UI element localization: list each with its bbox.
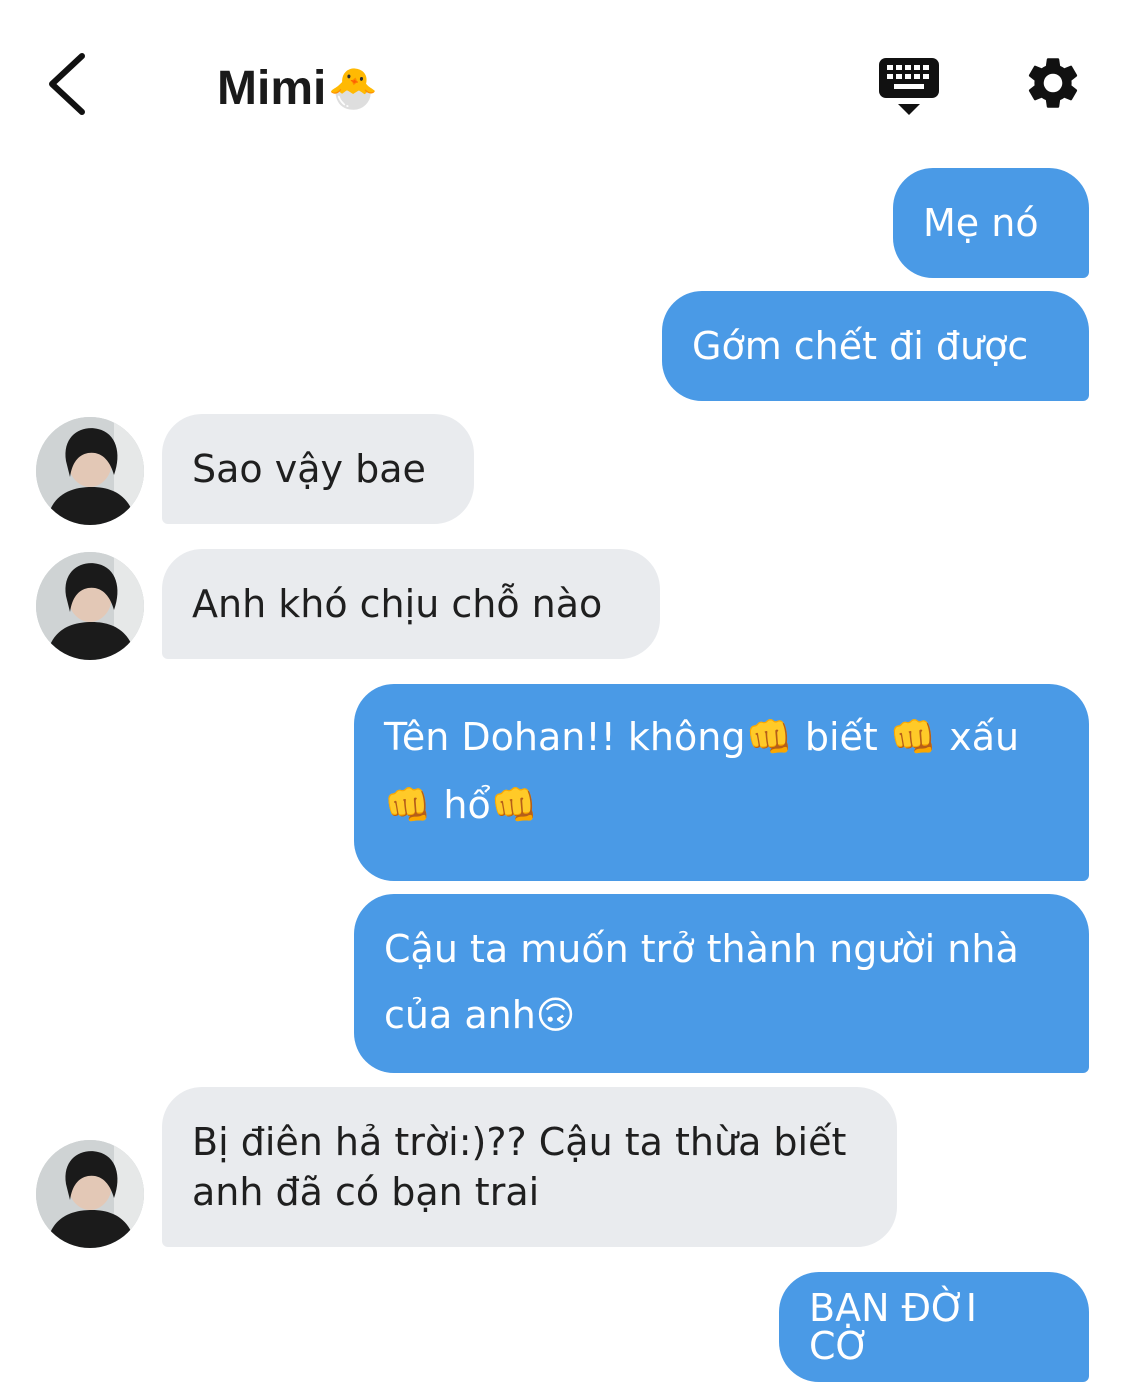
message-bubble-outgoing[interactable]: Mẹ nó: [893, 168, 1089, 278]
message-text-line-1: Cậu ta muốn trở thành người nhà: [384, 927, 1019, 971]
back-button[interactable]: [38, 50, 98, 120]
contact-name: Mimi: [217, 61, 327, 115]
avatar[interactable]: [36, 417, 144, 525]
message-text: Mẹ nó: [923, 201, 1039, 245]
message-text-line-1: Tên Dohan!! không👊 biết 👊 xấu: [384, 715, 1020, 759]
message-text-line-2: của anh🙃: [384, 993, 576, 1037]
message-bubble-outgoing[interactable]: Cậu ta muốn trở thành người nhà của anh🙃: [354, 894, 1089, 1073]
contact-photo: [36, 1140, 144, 1248]
avatar[interactable]: [36, 552, 144, 660]
hatching-chick-emoji: 🐣: [328, 66, 379, 111]
contact-photo: [36, 417, 144, 525]
message-text: Sao vậy bae: [192, 447, 426, 491]
message-text: BẠN ĐỜI CƠ: [809, 1286, 977, 1368]
avatar[interactable]: [36, 1140, 144, 1248]
message-bubble-incoming[interactable]: Sao vậy bae: [162, 414, 474, 524]
gear-icon: [1028, 58, 1078, 108]
message-text-line-1: Bị điên hả trời:)?? Cậu ta thừa biết: [192, 1120, 847, 1164]
message-bubble-outgoing[interactable]: BẠN ĐỜI CƠ: [779, 1272, 1089, 1382]
keyboard-toggle-button[interactable]: [876, 56, 942, 118]
message-bubble-outgoing[interactable]: Tên Dohan!! không👊 biết 👊 xấu 👊 hổ👊: [354, 684, 1089, 881]
message-bubble-incoming[interactable]: Bị điên hả trời:)?? Cậu ta thừa biết anh…: [162, 1087, 897, 1247]
message-text-line-2: 👊 hổ👊: [384, 783, 539, 827]
message-bubble-incoming[interactable]: Anh khó chịu chỗ nào: [162, 549, 660, 659]
chevron-left-icon: [49, 53, 85, 115]
settings-button[interactable]: [1022, 52, 1084, 114]
keyboard-hide-icon: [879, 58, 939, 115]
chat-screen: Mimi 🐣 Mẹ nó Gớm chết đi được Sao vậy ba…: [0, 0, 1125, 1397]
message-text: Anh khó chịu chỗ nào: [192, 582, 603, 626]
contact-photo: [36, 552, 144, 660]
message-text-line-2: anh đã có bạn trai: [192, 1170, 540, 1214]
message-bubble-outgoing[interactable]: Gớm chết đi được: [662, 291, 1089, 401]
message-text: Gớm chết đi được: [692, 324, 1029, 368]
chat-title: Mimi 🐣: [217, 56, 378, 120]
